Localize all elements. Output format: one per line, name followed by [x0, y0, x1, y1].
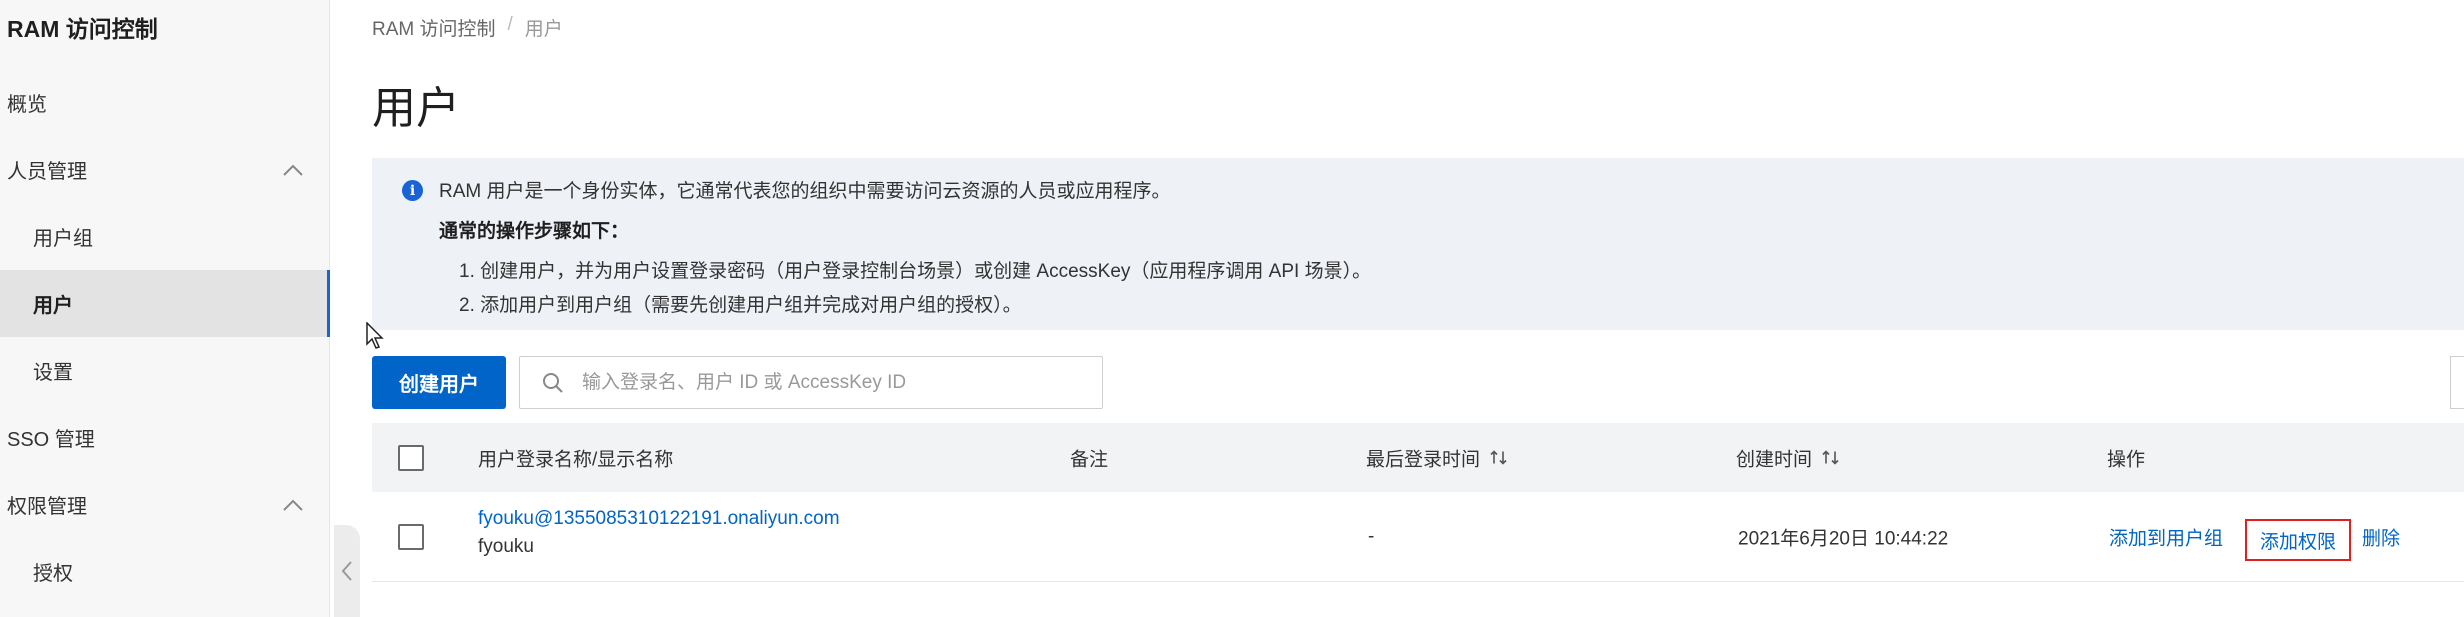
user-name-cell: fyouku@1355085310122191.onaliyun.com fyo… — [478, 508, 840, 558]
sidebar-item-user-groups[interactable]: 用户组 — [0, 203, 330, 270]
sidebar-item-sso[interactable]: SSO 管理 — [0, 404, 330, 471]
notice-step-2: 2. 添加用户到用户组（需要先创建用户组并完成对用户组的授权）。 — [459, 295, 1022, 316]
add-to-group-link[interactable]: 添加到用户组 — [2109, 524, 2223, 551]
notice-step-1: 1. 创建用户，并为用户设置登录密码（用户登录控制台场景）或创建 AccessK… — [459, 261, 1372, 282]
table-header: 用户登录名称/显示名称 备注 最后登录时间 创建时间 操作 — [372, 423, 2464, 492]
column-header-actions: 操作 — [2107, 449, 2146, 470]
column-header-label: 创建时间 — [1736, 449, 1813, 470]
sidebar: RAM 访问控制 概览 人员管理 用户组 用户 设置 SSO 管理 权限管理 授… — [0, 0, 330, 617]
sidebar-item-users[interactable]: 用户 — [0, 270, 330, 337]
breadcrumb-current: 用户 — [524, 19, 563, 40]
main-content: RAM 访问控制 / 用户 用户 i RAM 用户是一个身份实体，它通常代表您的… — [372, 0, 2464, 617]
add-permission-link[interactable]: 添加权限 — [2260, 527, 2336, 554]
add-permission-highlight: 添加权限 — [2245, 519, 2351, 561]
sidebar-item-label: 授权 — [33, 563, 73, 585]
user-created-time: 2021年6月20日 10:44:22 — [1738, 528, 1949, 550]
column-header-created[interactable]: 创建时间 — [1736, 444, 1840, 471]
breadcrumb-root[interactable]: RAM 访问控制 — [372, 14, 496, 41]
column-header-label: 最后登录时间 — [1366, 449, 1481, 470]
search-box[interactable] — [519, 356, 1103, 409]
chevron-up-icon — [283, 164, 303, 176]
sidebar-item-label: SSO 管理 — [7, 429, 95, 451]
page-title: 用户 — [372, 84, 460, 133]
sidebar-item-label: 用户组 — [33, 228, 93, 250]
sort-icon — [1490, 450, 1507, 465]
sidebar-item-settings[interactable]: 设置 — [0, 337, 330, 404]
select-all-checkbox[interactable] — [398, 444, 424, 471]
sidebar-item-grants[interactable]: 授权 — [0, 538, 330, 605]
breadcrumb: RAM 访问控制 / 用户 — [372, 14, 563, 41]
sidebar-item-label: 用户 — [33, 295, 73, 317]
column-header-last-login[interactable]: 最后登录时间 — [1366, 444, 1508, 471]
sidebar-group-people-management[interactable]: 人员管理 — [0, 136, 330, 203]
notice-heading: 通常的操作步骤如下： — [439, 221, 630, 242]
user-login-name-link[interactable]: fyouku@1355085310122191.onaliyun.com — [478, 508, 840, 530]
create-user-button[interactable]: 创建用户 — [372, 356, 506, 409]
row-checkbox[interactable] — [398, 524, 424, 550]
mouse-cursor-icon — [366, 322, 384, 349]
user-display-name: fyouku — [478, 536, 534, 557]
chevron-left-icon — [341, 561, 352, 581]
sidebar-item-label: 人员管理 — [7, 161, 87, 183]
sidebar-group-permission-management[interactable]: 权限管理 — [0, 471, 330, 538]
user-last-login: - — [1368, 526, 1375, 547]
breadcrumb-separator: / — [507, 14, 513, 35]
column-settings-button[interactable] — [2450, 356, 2464, 409]
product-title: RAM 访问控制 — [7, 16, 158, 42]
sidebar-item-overview[interactable]: 概览 — [0, 69, 330, 136]
delete-user-link[interactable]: 删除 — [2362, 524, 2400, 551]
search-icon — [543, 372, 563, 393]
column-header-note: 备注 — [1070, 449, 1109, 470]
column-header-name: 用户登录名称/显示名称 — [478, 449, 674, 470]
sidebar-collapse-button[interactable] — [334, 525, 360, 617]
table-row: fyouku@1355085310122191.onaliyun.com fyo… — [372, 493, 2464, 582]
search-input[interactable] — [580, 370, 1084, 395]
sidebar-item-label: 概览 — [7, 94, 47, 116]
info-icon: i — [402, 180, 423, 201]
chevron-up-icon — [283, 499, 303, 511]
notice-description: RAM 用户是一个身份实体，它通常代表您的组织中需要访问云资源的人员或应用程序。 — [439, 181, 1171, 202]
active-indicator — [327, 270, 330, 337]
info-notice: i RAM 用户是一个身份实体，它通常代表您的组织中需要访问云资源的人员或应用程… — [372, 158, 2464, 330]
sidebar-item-label: 设置 — [33, 362, 73, 384]
sidebar-item-label: 权限管理 — [7, 496, 87, 518]
sort-icon — [1822, 450, 1839, 465]
